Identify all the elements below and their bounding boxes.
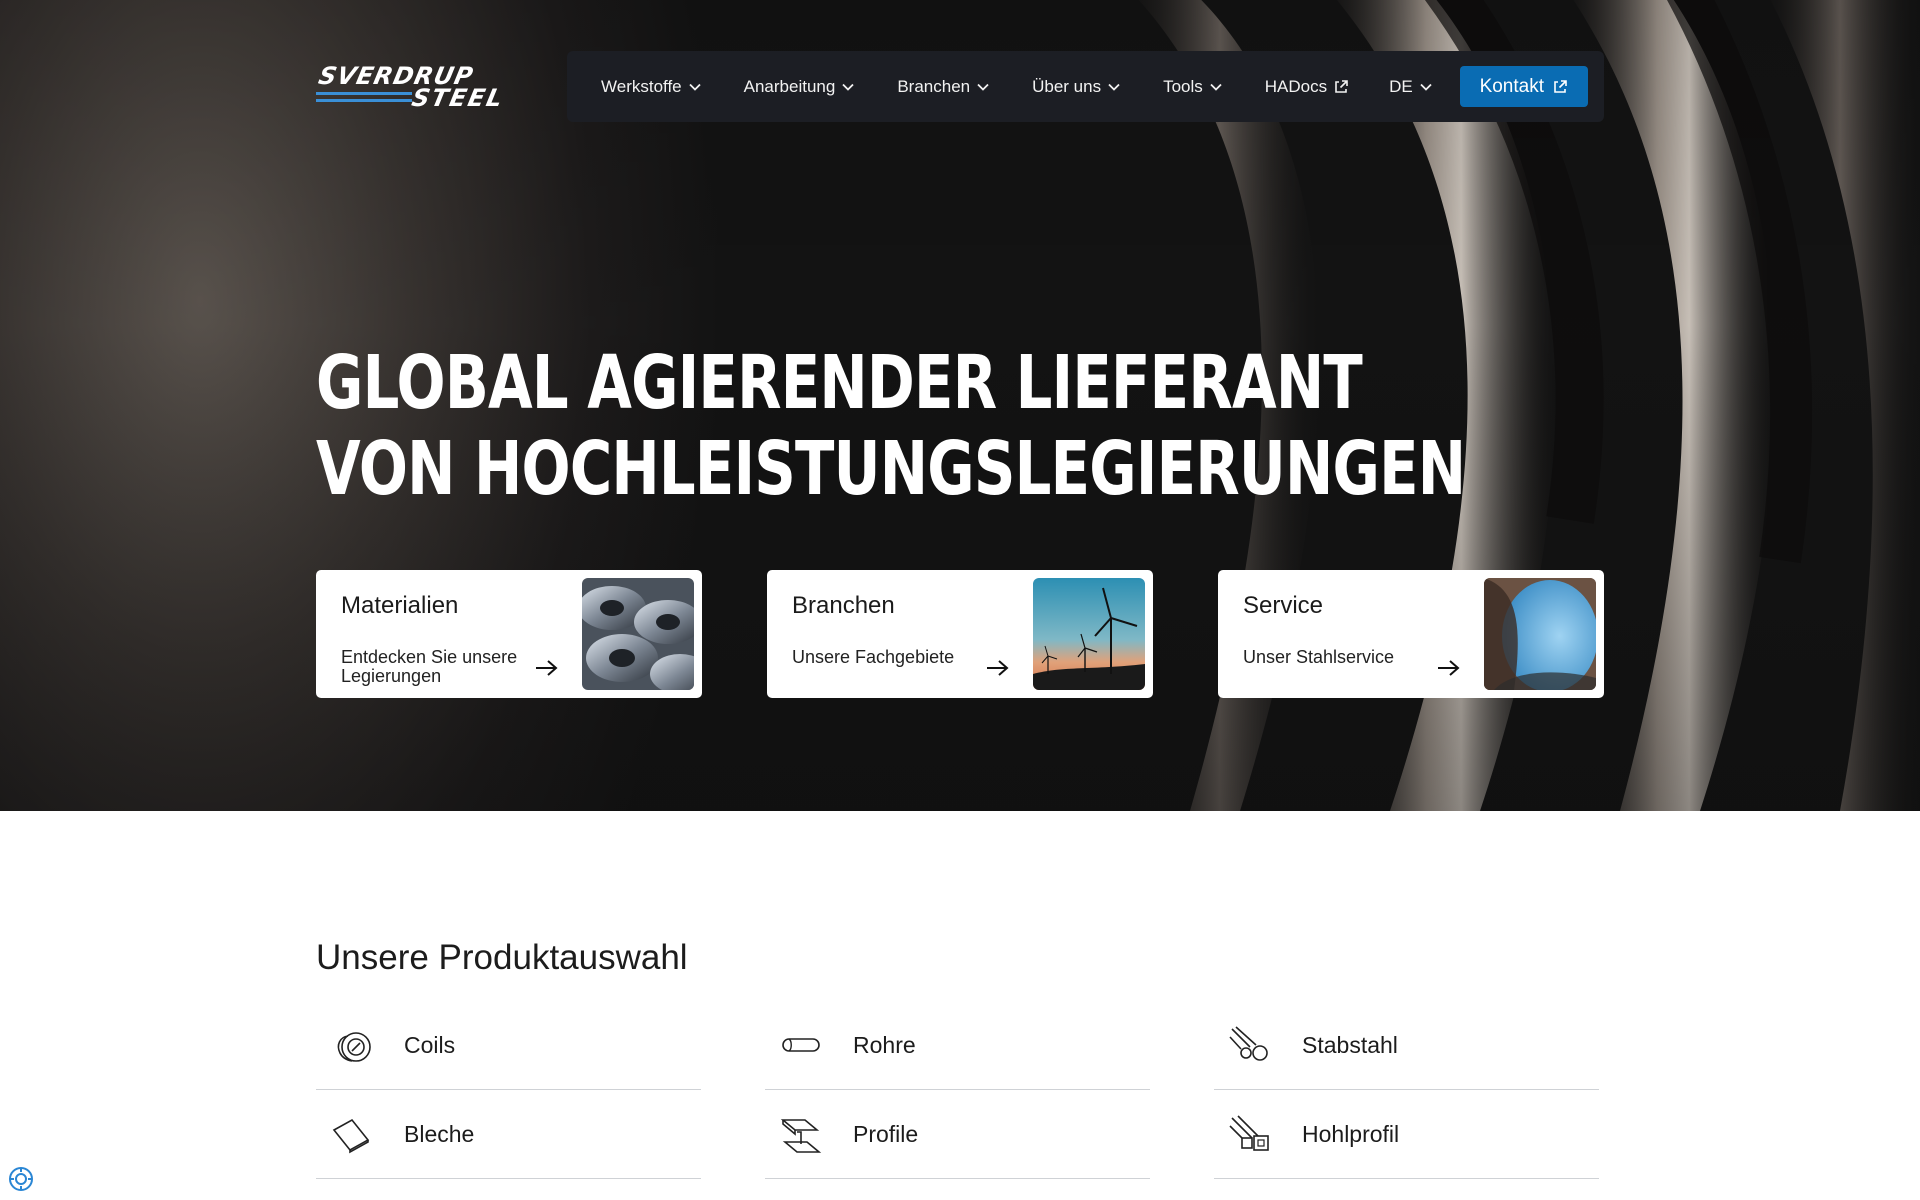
headline-line-2: VON HOCHLEISTUNGSLEGIERUNGEN [316,426,1466,512]
main-navigation: Werkstoffe Anarbeitung Branchen Über uns… [567,51,1604,122]
hero-section: SVERDRUP STEEL Werkstoffe Anarbeitung Br… [0,0,1920,811]
chevron-down-icon [1108,83,1120,91]
nav-item-werkstoffe[interactable]: Werkstoffe [601,51,702,122]
headline-line-1: GLOBAL AGIERENDER LIEFERANT [316,340,1363,426]
profile-beam-icon [780,1119,822,1153]
card-title: Service [1243,592,1324,619]
nav-item-branchen[interactable]: Branchen [897,51,990,122]
nav-label: Tools [1163,76,1203,96]
card-subtitle: Entdecken Sie unsere Legierungen [341,647,518,686]
accessibility-widget-icon[interactable] [8,1166,34,1192]
kontakt-label: Kontakt [1479,75,1544,97]
chevron-down-icon [689,83,701,91]
chevron-down-icon [842,83,854,91]
product-stabstahl[interactable]: Stabstahl [1214,1001,1599,1090]
nav-item-tools[interactable]: Tools [1163,51,1223,122]
card-title: Materialien [341,592,459,619]
tube-icon [782,1038,820,1052]
card-service[interactable]: Service Unser Stahlservice [1218,570,1604,698]
nav-label: HADocs [1264,76,1328,96]
kontakt-button[interactable]: Kontakt [1459,66,1588,107]
steel-tube-image [1484,578,1596,690]
nav-label: DE [1389,76,1413,96]
nav-label: Über uns [1032,76,1102,96]
nav-label: Werkstoffe [601,76,682,96]
nav-item-hadocs[interactable]: HADocs [1265,51,1349,122]
chevron-down-icon [1210,83,1222,91]
product-label: Coils [404,1031,456,1058]
card-subtitle: Unsere Fachgebiete [792,647,955,667]
product-label: Profile [853,1120,919,1147]
coil-icon [337,1032,371,1062]
arrow-right-icon [536,660,558,676]
arrow-right-icon [987,660,1009,676]
product-profile[interactable]: Profile [765,1090,1150,1179]
nav-item-anarbeitung[interactable]: Anarbeitung [744,51,856,122]
steel-coils-image [582,578,694,690]
nav-item-ueber-uns[interactable]: Über uns [1032,51,1121,122]
nav-label: Branchen [897,76,971,96]
product-label: Stabstahl [1302,1031,1398,1058]
language-selector[interactable]: DE [1389,51,1433,122]
product-rohre[interactable]: Rohre [765,1001,1150,1090]
sverdrup-steel-logo[interactable]: SVERDRUP STEEL [316,62,566,108]
arrow-right-icon [1438,660,1460,676]
external-link-icon [1554,79,1567,93]
product-bleche[interactable]: Bleche [316,1090,701,1179]
card-branchen[interactable]: Branchen Unsere Fachgebiete [767,570,1153,698]
product-coils[interactable]: Coils [316,1001,701,1090]
sheet-icon [332,1118,370,1154]
chevron-down-icon [977,83,989,91]
product-label: Bleche [404,1120,475,1147]
chevron-down-icon [1420,83,1432,91]
bar-steel-icon [1229,1026,1268,1061]
card-title: Branchen [792,592,895,619]
svg-text:STEEL: STEEL [409,83,507,108]
external-link-icon [1335,79,1348,93]
hero-headline: GLOBAL AGIERENDER LIEFERANT VON HOCHLEIS… [316,340,1466,512]
product-label: Hohlprofil [1302,1120,1400,1147]
card-subtitle: Unser Stahlservice [1243,647,1395,667]
product-hohlprofil[interactable]: Hohlprofil [1214,1090,1599,1179]
card-materialien[interactable]: Materialien Entdecken Sie unsere Legieru… [316,570,702,698]
nav-label: Anarbeitung [743,76,836,96]
hollow-profile-icon [1229,1115,1269,1151]
products-section-title: Unsere Produktauswahl [316,938,688,977]
wind-turbines-image [1033,578,1145,690]
product-label: Rohre [853,1031,916,1058]
